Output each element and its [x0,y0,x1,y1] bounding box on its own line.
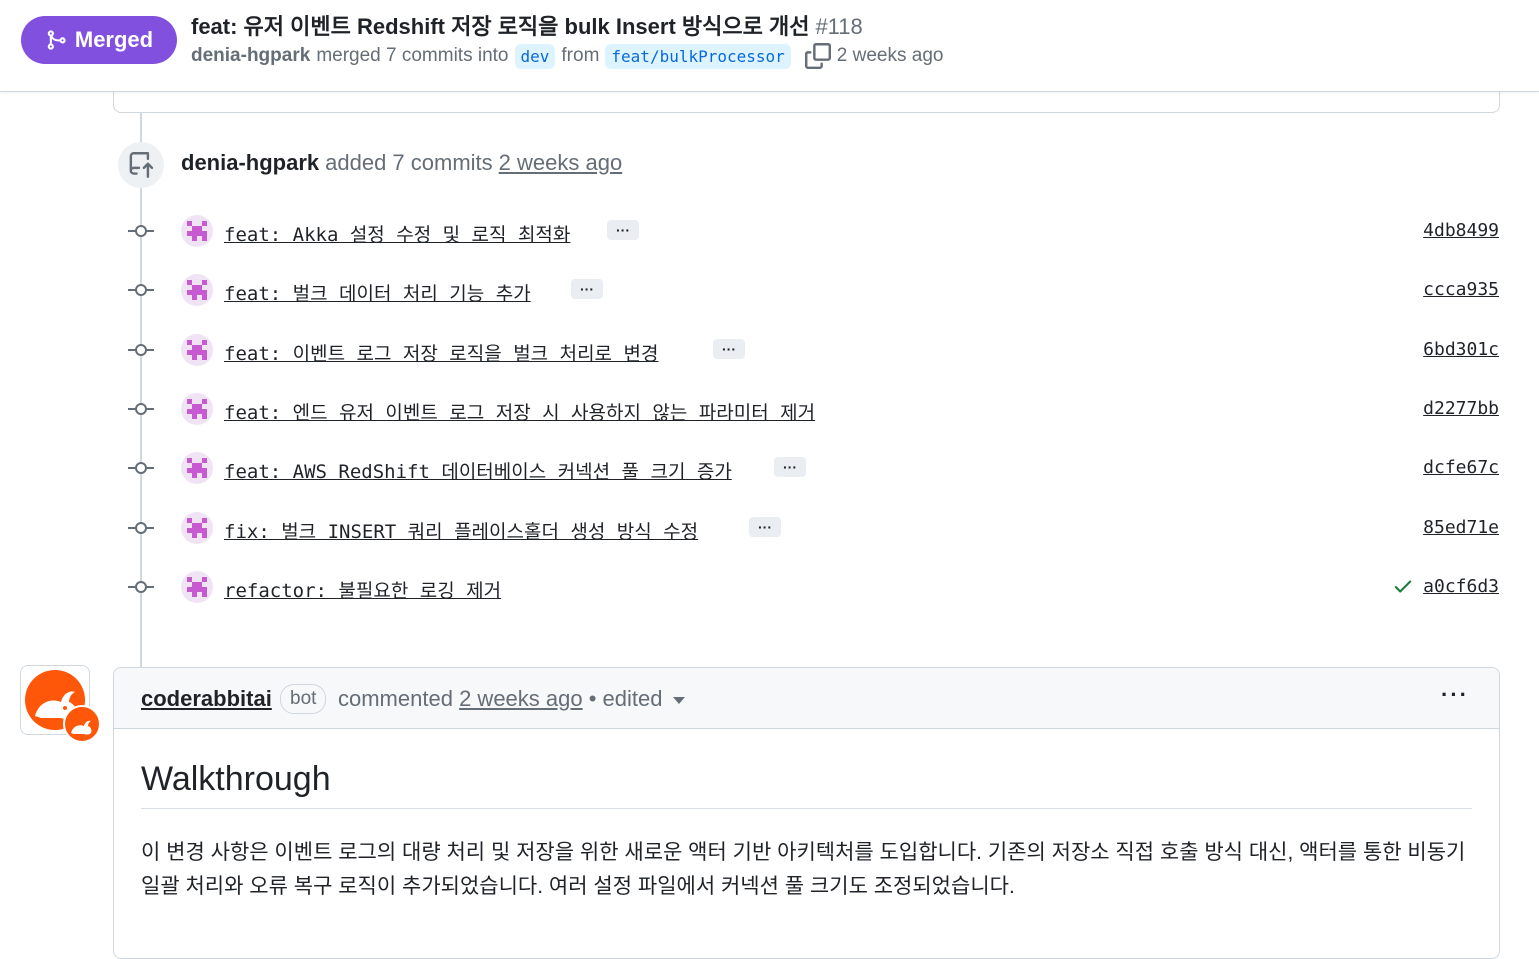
commit-message-link[interactable]: feat: 이벤트 로그 저장 로직을 벌크 처리로 변경 [224,339,658,366]
event-time-link[interactable]: 2 weeks ago [499,150,623,175]
commit-sha-link[interactable]: 6bd301c [1423,339,1499,360]
commit-row: feat: Akka 설정 수정 및 로직 최적화 ··· 4db8499 [0,214,1539,248]
expand-commit-button[interactable]: ··· [749,517,781,537]
commit-row: fix: 벌크 INSERT 쿼리 플레이스홀더 생성 방식 수정 ··· 85ed… [0,511,1539,545]
commit-message-link[interactable]: feat: Akka 설정 수정 및 로직 최적화 [224,220,570,247]
pr-number: #118 [815,14,863,39]
commit-message-link[interactable]: feat: 엔드 유저 이벤트 로그 저장 시 사용하지 않는 파라미터 제거 [224,398,815,425]
git-commit-icon [128,581,154,593]
commit-author-avatar[interactable] [181,452,213,484]
commit-sha-link[interactable]: a0cf6d3 [1423,576,1499,597]
comment-author-link[interactable]: coderabbitai [141,686,272,712]
commit-author-avatar[interactable] [181,274,213,306]
copy-icon[interactable] [804,43,831,69]
walkthrough-heading: Walkthrough [141,760,331,798]
commit-sha-link[interactable]: d2277bb [1423,398,1499,419]
comment-options-button[interactable]: ··· [1441,682,1469,708]
commit-sha-link[interactable]: 85ed71e [1423,517,1499,538]
head-branch[interactable]: feat/bulkProcessor [605,43,791,69]
bot-comment: coderabbitai bot commented 2 weeks ago •… [113,667,1500,959]
commit-author-avatar[interactable] [181,512,213,544]
comment-time-link[interactable]: 2 weeks ago [459,686,583,711]
commit-message-link[interactable]: refactor: 불필요한 로깅 제거 [224,576,501,603]
commit-row: feat: AWS RedShift 데이터베이스 커넥션 풀 크기 증가 ···… [0,451,1539,485]
pr-title-text: feat: 유저 이벤트 Redshift 저장 로직을 bulk Insert… [191,14,810,39]
bot-app-icon [63,705,101,743]
comment-header: coderabbitai bot commented 2 weeks ago •… [114,668,1499,729]
pr-title: feat: 유저 이벤트 Redshift 저장 로직을 bulk Insert… [191,9,863,41]
commit-author-avatar[interactable] [181,571,213,603]
comment-meta: commented 2 weeks ago • edited [338,686,685,712]
commit-row: feat: 엔드 유저 이벤트 로그 저장 시 사용하지 않는 파라미터 제거 d… [0,392,1539,426]
expand-commit-button[interactable]: ··· [571,279,603,299]
from-text: from [561,45,600,66]
repo-push-icon [118,142,164,188]
event-action: added 7 commits [325,150,493,175]
check-icon[interactable] [1392,575,1414,597]
state-label: Merged [74,27,154,52]
git-merge-icon [47,30,66,50]
pr-time: 2 weeks ago [836,45,944,66]
commit-sha-link[interactable]: dcfe67c [1423,457,1499,478]
commit-message-link[interactable]: feat: AWS RedShift 데이터베이스 커넥션 풀 크기 증가 [224,457,732,484]
event-actor-link[interactable]: denia-hgpark [181,150,319,175]
commit-author-avatar[interactable] [181,393,213,425]
commit-sha-link[interactable]: ccca935 [1423,279,1499,300]
heading-divider [141,808,1472,809]
edited-dropdown[interactable]: • edited [589,686,663,711]
commit-row: refactor: 불필요한 로깅 제거 a0cf6d3 [0,570,1539,604]
pr-author-link[interactable]: denia-hgpark [191,45,310,67]
base-branch[interactable]: dev [514,43,556,69]
commit-message-link[interactable]: fix: 벌크 INSERT 쿼리 플레이스홀더 생성 방식 수정 [224,517,698,544]
git-commit-icon [128,403,154,415]
expand-commit-button[interactable]: ··· [713,339,745,359]
commit-author-avatar[interactable] [181,215,213,247]
commit-row: feat: 벌크 데이터 처리 기능 추가 ··· ccca935 [0,273,1539,307]
pr-sticky-header: Merged feat: 유저 이벤트 Redshift 저장 로직을 bulk… [0,0,1539,92]
git-commit-icon [128,225,154,237]
git-commit-icon [128,462,154,474]
pr-meta: denia-hgpark merged 7 commits into dev f… [191,43,943,69]
merged-text: merged 7 commits into [316,45,509,66]
commit-row: feat: 이벤트 로그 저장 로직을 벌크 처리로 변경 ··· 6bd301c [0,333,1539,367]
commit-author-avatar[interactable] [181,334,213,366]
commits-added-event: denia-hgpark added 7 commits 2 weeks ago [181,150,622,176]
git-commit-icon [128,522,154,534]
merged-state-badge: Merged [21,16,177,64]
commit-message-link[interactable]: feat: 벌크 데이터 처리 기능 추가 [224,279,531,306]
chevron-down-icon[interactable] [672,696,685,704]
expand-commit-button[interactable]: ··· [607,220,639,240]
commit-sha-link[interactable]: 4db8499 [1423,220,1499,241]
git-commit-icon [128,344,154,356]
git-commit-icon [128,284,154,296]
comment-action: commented [338,686,453,711]
expand-commit-button[interactable]: ··· [774,457,806,477]
bot-badge: bot [280,684,327,714]
walkthrough-text: 이 변경 사항은 이벤트 로그의 대량 처리 및 저장을 위한 새로운 액터 기… [141,841,1466,898]
